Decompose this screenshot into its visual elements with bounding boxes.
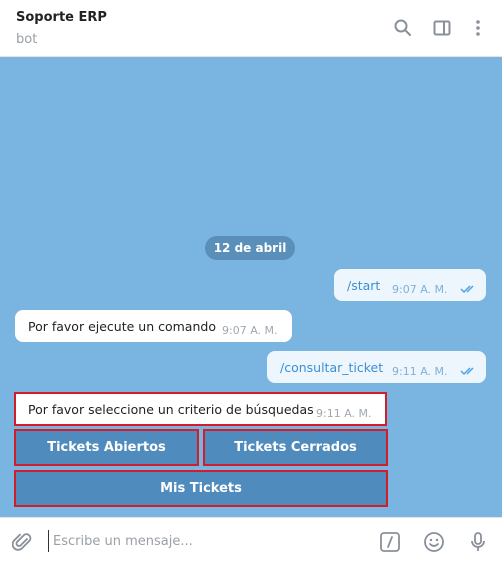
search-icon[interactable] (392, 17, 414, 39)
more-vert-icon[interactable] (467, 17, 489, 39)
message-text: Por favor seleccione un criterio de búsq… (28, 402, 314, 417)
read-receipt-icon (460, 285, 474, 294)
message-text: Por favor ejecute un comando (28, 319, 216, 334)
bot-commands-icon[interactable] (378, 530, 402, 554)
keyboard-button-tickets-abiertos[interactable]: Tickets Abiertos (14, 429, 199, 466)
incoming-message[interactable]: Por favor seleccione un criterio de búsq… (14, 392, 387, 426)
outgoing-message[interactable]: /start 9:07 A. M. (334, 269, 486, 301)
message-text: /start (347, 278, 381, 293)
message-input[interactable] (48, 530, 368, 552)
chat-header: Soporte ERP bot (0, 0, 502, 57)
message-time: 9:11 A. M. (392, 365, 448, 378)
sidebar-toggle-icon[interactable] (431, 17, 453, 39)
message-time: 9:07 A. M. (222, 324, 278, 337)
keyboard-button-tickets-cerrados[interactable]: Tickets Cerrados (203, 429, 388, 466)
read-receipt-icon (460, 367, 474, 376)
message-composer (0, 517, 502, 563)
paperclip-icon[interactable] (11, 530, 35, 554)
chat-title[interactable]: Soporte ERP (16, 10, 107, 25)
incoming-message[interactable]: Por favor ejecute un comando 9:07 A. M. (15, 310, 292, 342)
keyboard-button-mis-tickets[interactable]: Mis Tickets (14, 470, 388, 507)
message-list[interactable]: 12 de abril /start 9:07 A. M. Por favor … (0, 57, 502, 517)
date-separator: 12 de abril (205, 236, 295, 260)
chat-subtitle: bot (16, 32, 38, 47)
message-time: 9:07 A. M. (392, 283, 448, 296)
microphone-icon[interactable] (466, 530, 490, 554)
message-time: 9:11 A. M. (316, 407, 372, 420)
outgoing-message[interactable]: /consultar_ticket 9:11 A. M. (267, 351, 486, 383)
message-text: /consultar_ticket (280, 360, 384, 375)
emoji-icon[interactable] (422, 530, 446, 554)
